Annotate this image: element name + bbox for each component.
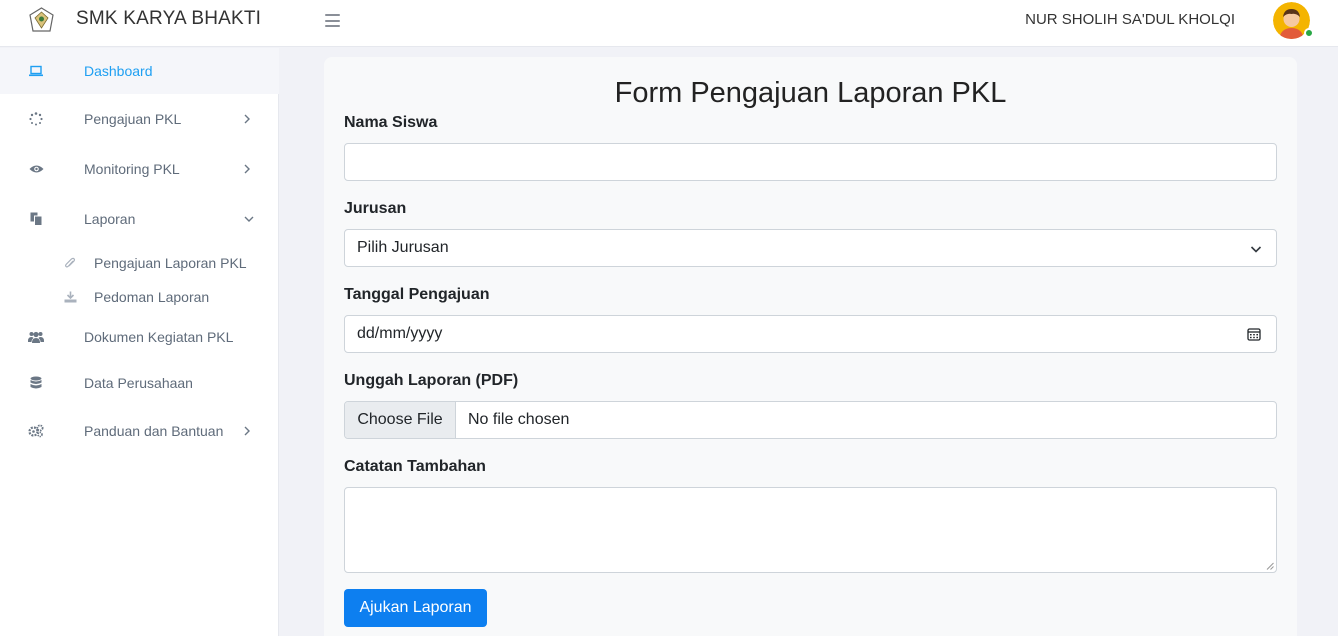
sidebar-item-data-perusahaan[interactable]: Data Perusahaan bbox=[0, 361, 279, 405]
paperclip-icon bbox=[63, 256, 77, 270]
sidebar-item-label: Dokumen Kegiatan PKL bbox=[84, 329, 234, 345]
calendar-icon[interactable] bbox=[1247, 327, 1261, 341]
nama-siswa-input[interactable] bbox=[344, 143, 1277, 181]
form-title: Form Pengajuan Laporan PKL bbox=[614, 77, 1007, 109]
tanggal-pengajuan-input[interactable]: dd/mm/yyyy bbox=[344, 315, 1277, 353]
chevron-right-icon bbox=[244, 164, 250, 174]
menu-toggle-icon[interactable] bbox=[325, 14, 340, 27]
gears-icon bbox=[28, 423, 44, 439]
sidebar-subitem-label: Pengajuan Laporan PKL bbox=[94, 255, 247, 271]
sidebar-item-panduan-dan-bantuan[interactable]: Panduan dan Bantuan bbox=[0, 409, 279, 453]
sidebar-subitem-label: Pedoman Laporan bbox=[94, 289, 210, 305]
sidebar-subitem-pengajuan-laporan-pkl[interactable]: Pengajuan Laporan PKL bbox=[0, 248, 279, 278]
jurusan-select[interactable]: Pilih Jurusan bbox=[344, 229, 1277, 267]
sidebar-subitem-pedoman-laporan[interactable]: Pedoman Laporan bbox=[0, 282, 279, 312]
nama-siswa-label: Nama Siswa bbox=[344, 114, 438, 131]
top-navbar: SMK KARYA BHAKTI NUR SHOLIH SA'DUL KHOLQ… bbox=[0, 0, 1338, 47]
file-status-text: No file chosen bbox=[468, 411, 570, 428]
ajukan-laporan-button[interactable]: Ajukan Laporan bbox=[344, 589, 487, 627]
users-icon bbox=[28, 329, 44, 345]
catatan-tambahan-label: Catatan Tambahan bbox=[344, 458, 486, 475]
catatan-tambahan-textarea[interactable] bbox=[344, 487, 1277, 573]
sidebar-item-label: Pengajuan PKL bbox=[84, 111, 182, 127]
chevron-down-icon bbox=[244, 216, 254, 222]
sidebar-item-label: Laporan bbox=[84, 211, 136, 227]
resize-handle-icon[interactable] bbox=[1266, 562, 1274, 570]
choose-file-button[interactable]: Choose File bbox=[345, 402, 456, 438]
eye-icon bbox=[28, 161, 44, 177]
sidebar-item-dokumen-kegiatan-pkl[interactable]: Dokumen Kegiatan PKL bbox=[0, 315, 279, 359]
sidebar-item-label: Dashboard bbox=[84, 63, 153, 79]
online-status-badge bbox=[1304, 28, 1314, 38]
jurusan-label: Jurusan bbox=[344, 200, 407, 217]
database-icon bbox=[28, 375, 44, 391]
spinner-icon bbox=[28, 111, 44, 127]
sidebar-item-label: Panduan dan Bantuan bbox=[84, 423, 224, 439]
jurusan-selected-value: Pilih Jurusan bbox=[357, 239, 449, 256]
files-icon bbox=[28, 211, 44, 227]
school-logo-icon bbox=[29, 7, 54, 32]
sidebar-item-pengajuan-pkl[interactable]: Pengajuan PKL bbox=[0, 97, 279, 141]
chevron-down-icon bbox=[1250, 246, 1262, 253]
file-upload-input[interactable]: Choose File No file chosen bbox=[344, 401, 1277, 439]
brand-title: SMK KARYA BHAKTI bbox=[76, 8, 262, 29]
sidebar-item-label: Monitoring PKL bbox=[84, 161, 180, 177]
unggah-laporan-label: Unggah Laporan (PDF) bbox=[344, 372, 519, 389]
tanggal-placeholder: dd/mm/yyyy bbox=[357, 325, 443, 342]
sidebar: Dashboard Pengajuan PKL Monitoring PKL L… bbox=[0, 48, 279, 636]
user-name: NUR SHOLIH SA'DUL KHOLQI bbox=[1025, 11, 1235, 28]
sidebar-item-monitoring-pkl[interactable]: Monitoring PKL bbox=[0, 147, 279, 191]
sidebar-item-laporan[interactable]: Laporan bbox=[0, 197, 279, 241]
laptop-icon bbox=[28, 63, 44, 79]
chevron-right-icon bbox=[244, 426, 250, 436]
chevron-right-icon bbox=[244, 114, 250, 124]
sidebar-item-dashboard[interactable]: Dashboard bbox=[0, 48, 279, 94]
sidebar-item-label: Data Perusahaan bbox=[84, 375, 193, 391]
download-icon bbox=[63, 290, 77, 304]
tanggal-pengajuan-label: Tanggal Pengajuan bbox=[344, 286, 490, 303]
